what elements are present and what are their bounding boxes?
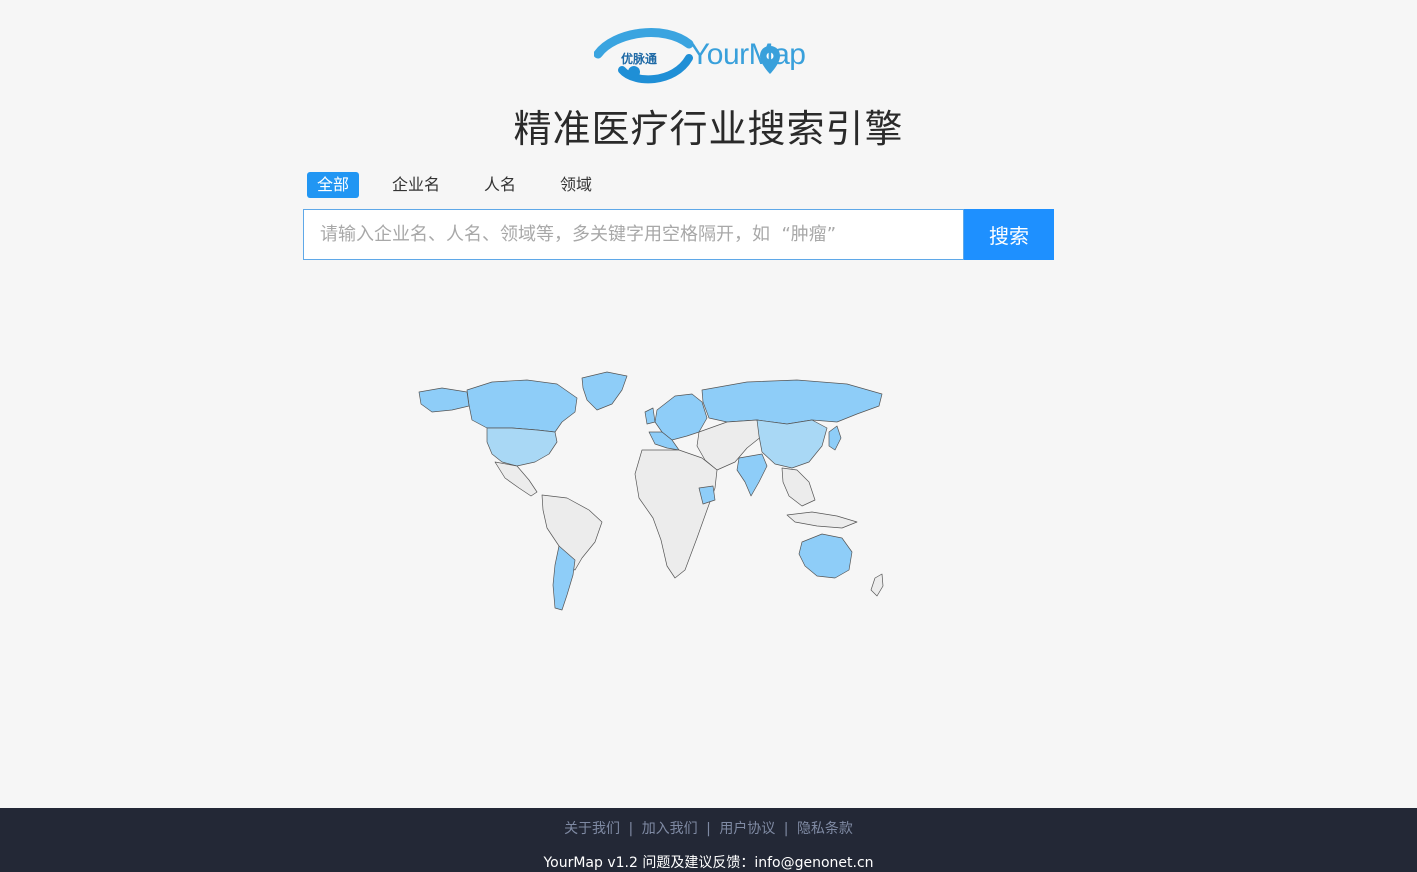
map-region-greenland[interactable] bbox=[581, 371, 628, 411]
footer-separator: | bbox=[783, 821, 789, 837]
footer-links: 关于我们 | 加入我们 | 用户协议 | 隐私条款 bbox=[0, 818, 1417, 838]
tab-field[interactable]: 领域 bbox=[550, 172, 602, 198]
map-region-china[interactable] bbox=[756, 419, 828, 469]
map-region-uk[interactable] bbox=[644, 407, 656, 425]
map-region-southeast-asia[interactable] bbox=[781, 467, 816, 507]
search-input[interactable] bbox=[303, 209, 964, 260]
world-map[interactable] bbox=[417, 370, 887, 615]
map-region-japan[interactable] bbox=[828, 425, 842, 451]
page-title: 精准医疗行业搜索引擎 bbox=[513, 107, 904, 151]
map-region-india[interactable] bbox=[736, 453, 768, 497]
map-region-indonesia[interactable] bbox=[786, 511, 858, 529]
footer-link-privacy[interactable]: 隐私条款 bbox=[797, 821, 853, 837]
footer-link-terms[interactable]: 用户协议 bbox=[719, 821, 775, 837]
map-region-africa[interactable] bbox=[634, 449, 718, 579]
search-bar: 搜索 bbox=[303, 209, 1054, 260]
logo-text: YourMap bbox=[690, 38, 806, 71]
logo-badge-text: 优脉通 bbox=[621, 52, 658, 66]
map-region-new-zealand[interactable] bbox=[870, 573, 884, 597]
tab-company[interactable]: 企业名 bbox=[382, 172, 450, 198]
map-region-alaska[interactable] bbox=[418, 387, 470, 413]
map-region-australia[interactable] bbox=[798, 533, 853, 579]
footer: 关于我们 | 加入我们 | 用户协议 | 隐私条款 YourMap v1.2 问… bbox=[0, 808, 1417, 872]
footer-link-join[interactable]: 加入我们 bbox=[642, 821, 698, 837]
map-region-canada[interactable] bbox=[466, 379, 578, 433]
tab-all[interactable]: 全部 bbox=[307, 172, 360, 198]
footer-link-about[interactable]: 关于我们 bbox=[564, 821, 620, 837]
search-button[interactable]: 搜索 bbox=[964, 209, 1054, 260]
map-region-central-america[interactable] bbox=[494, 461, 538, 497]
footer-separator: | bbox=[628, 821, 634, 837]
map-region-usa[interactable] bbox=[486, 427, 558, 467]
tab-person[interactable]: 人名 bbox=[474, 172, 526, 198]
map-region-russia[interactable] bbox=[701, 379, 883, 425]
footer-copyright: YourMap v1.2 问题及建议反馈：info@genonet.cn bbox=[543, 855, 874, 871]
footer-separator: | bbox=[706, 821, 711, 837]
